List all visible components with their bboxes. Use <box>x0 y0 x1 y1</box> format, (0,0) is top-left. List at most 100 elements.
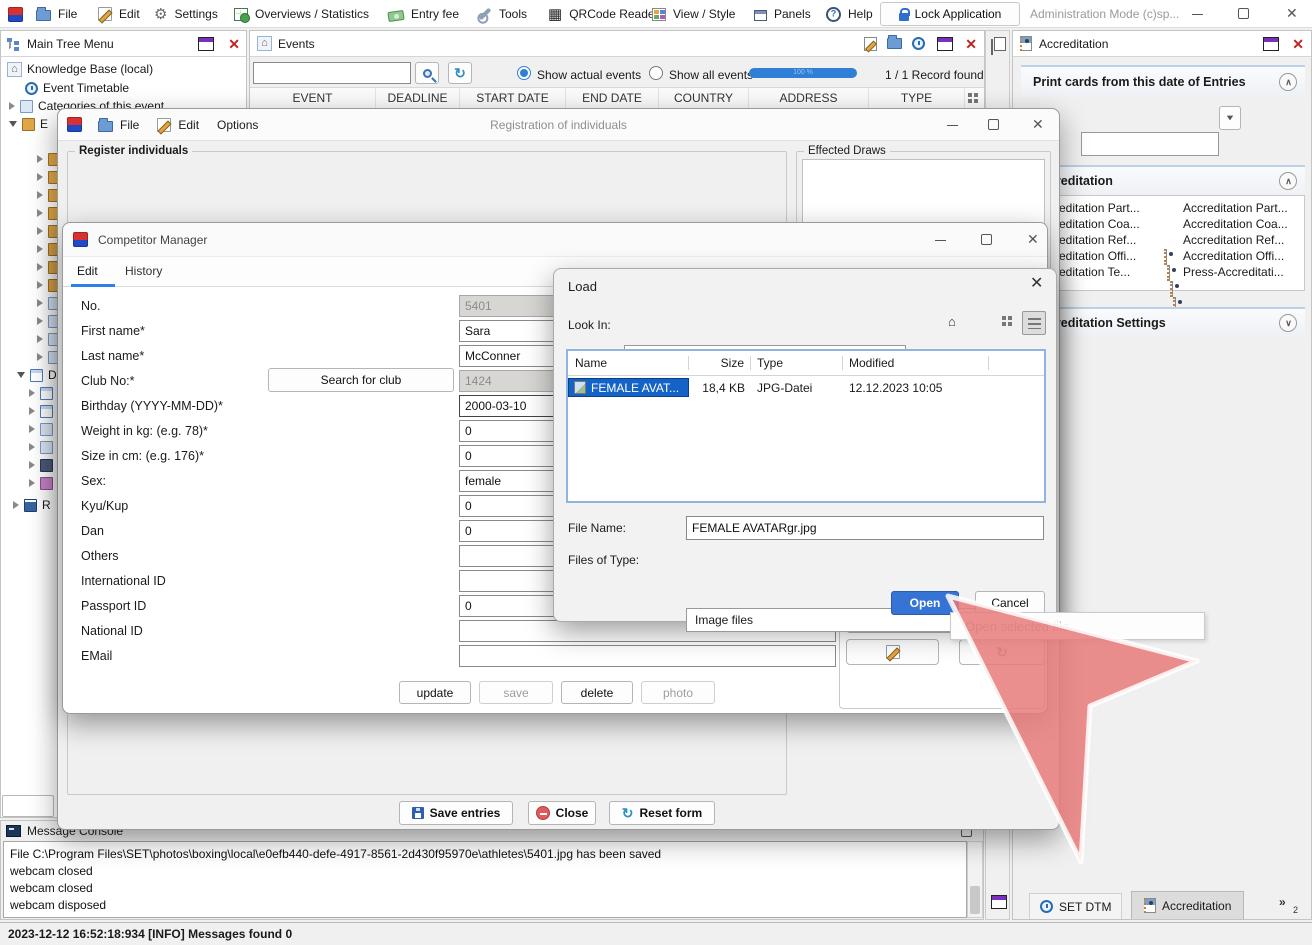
accreditation-maximize-icon[interactable] <box>1263 37 1279 51</box>
open-button[interactable]: Open <box>891 591 959 615</box>
file-column-name[interactable]: Name <box>568 356 689 370</box>
lock-application-button[interactable]: Lock Application <box>880 2 1020 26</box>
close-icon[interactable]: ✕ <box>1032 117 1044 131</box>
tree-item[interactable] <box>29 385 53 401</box>
collapse-arrow-icon[interactable] <box>9 121 17 127</box>
tree-maximize-icon[interactable] <box>198 37 214 51</box>
tree-item[interactable] <box>29 403 53 419</box>
events-close-icon[interactable]: ✕ <box>965 37 977 51</box>
file-column-size[interactable]: Size <box>689 356 751 370</box>
events-refresh-button[interactable]: ↻ <box>448 62 472 84</box>
tab-overflow-chevron[interactable]: » <box>1279 895 1286 909</box>
maximize-icon[interactable] <box>988 119 999 130</box>
tree-close-icon[interactable]: ✕ <box>228 37 240 51</box>
file-row-selected-name[interactable]: FEMALE AVAT... <box>568 378 689 397</box>
radio-show-all-events[interactable] <box>649 66 663 80</box>
column-header-type[interactable]: TYPE <box>869 88 965 108</box>
expand-arrow-icon[interactable] <box>13 501 19 509</box>
save-entries-button[interactable]: Save entries <box>399 801 513 825</box>
column-header-address[interactable]: ADDRESS <box>749 88 869 108</box>
tree-item[interactable] <box>29 475 53 491</box>
dock-tab-set-dtm[interactable]: SET DTM <box>1029 893 1122 919</box>
registration-titlebar[interactable]: File Edit Options Registration of indivi… <box>58 109 1059 141</box>
accreditation-item[interactable]: Accreditation Part... <box>1183 201 1288 215</box>
collapse-chevron-icon[interactable]: ∧ <box>1279 73 1297 91</box>
accreditation-item[interactable]: Accreditation Ref... <box>1183 233 1284 247</box>
maximize-icon[interactable] <box>1238 8 1249 19</box>
tab-history[interactable]: History <box>125 264 162 278</box>
console-scrollbar[interactable] <box>967 841 983 918</box>
accreditation-item[interactable]: Accreditation Coa... <box>1183 217 1288 231</box>
minimize-icon[interactable] <box>1192 14 1203 15</box>
column-header-event[interactable]: EVENT <box>250 88 376 108</box>
tree-item[interactable] <box>29 421 53 437</box>
section-accreditation-settings[interactable]: Accreditation Settings ∨ <box>1021 307 1305 337</box>
expand-arrow-icon[interactable] <box>9 102 15 110</box>
save-button[interactable]: save <box>479 681 553 704</box>
tree-item-knowledge-base[interactable]: ⌂ Knowledge Base (local) <box>7 61 153 77</box>
file-row[interactable]: FEMALE AVAT... 18,4 KB JPG-Datei 12.12.2… <box>568 378 1044 397</box>
collapse-arrow-icon[interactable] <box>17 372 25 378</box>
minimize-icon[interactable] <box>947 125 958 126</box>
close-button[interactable]: Close <box>528 801 596 825</box>
section-print-cards[interactable]: Print cards from this date of Entries ∧ <box>1021 65 1305 97</box>
expand-chevron-icon[interactable]: ∨ <box>1279 314 1297 332</box>
menu-help[interactable]: Help <box>826 0 873 28</box>
update-button[interactable]: update <box>399 681 471 704</box>
refresh-photo-button[interactable]: ↻ <box>959 639 1045 665</box>
close-icon[interactable]: ✕ <box>1027 232 1039 246</box>
menu-tools[interactable]: Tools <box>478 0 527 28</box>
menu-entry-fee[interactable]: Entry fee <box>388 0 459 28</box>
menu-view-style[interactable]: View / Style <box>652 0 735 28</box>
minimize-icon[interactable] <box>935 240 946 241</box>
file-name-input[interactable] <box>686 516 1044 540</box>
home-icon[interactable]: ⌂ <box>948 315 956 329</box>
menu-panels[interactable]: Panels <box>754 0 811 28</box>
list-view-icon[interactable] <box>1022 311 1046 335</box>
edit-photo-button[interactable] <box>846 639 939 665</box>
radio-show-actual-events[interactable] <box>517 66 531 80</box>
tree-item-event[interactable]: E <box>9 116 48 132</box>
tree-item[interactable] <box>29 457 53 473</box>
close-icon[interactable]: ✕ <box>1030 277 1043 291</box>
field-input-email[interactable] <box>459 645 836 667</box>
file-column-type[interactable]: Type <box>751 356 843 370</box>
menu-file[interactable]: File <box>36 0 77 28</box>
column-header-start-date[interactable]: START DATE <box>460 88 566 108</box>
section-accreditation[interactable]: Accreditation ∧ <box>1021 165 1305 195</box>
clock-icon[interactable] <box>912 37 925 50</box>
competitor-titlebar[interactable]: Competitor Manager ✕ <box>63 223 1047 257</box>
events-maximize-icon[interactable] <box>937 37 953 51</box>
tree-item-d[interactable]: D <box>17 367 57 383</box>
tab-edit[interactable]: Edit <box>77 264 98 278</box>
photo-button[interactable]: photo <box>641 681 715 704</box>
scrollbar-thumb[interactable] <box>970 886 980 914</box>
dock-tab-accreditation[interactable]: Accreditation <box>1131 891 1244 919</box>
tree-item-r[interactable]: R <box>13 497 51 513</box>
events-search-button[interactable] <box>415 62 439 84</box>
maximize-icon[interactable] <box>981 234 992 245</box>
events-search-input[interactable] <box>253 62 411 84</box>
entry-date-combobox[interactable] <box>1081 132 1219 156</box>
search-for-club-button[interactable]: Search for club <box>268 368 454 392</box>
tree-item-event-timetable[interactable]: Event Timetable <box>25 80 129 96</box>
accreditation-item[interactable]: Press-Accreditati... <box>1183 265 1284 279</box>
menu-settings[interactable]: ⚙Settings <box>154 0 218 28</box>
copy-pages-icon[interactable] <box>991 39 993 55</box>
delete-button[interactable]: delete <box>561 681 633 704</box>
tree-item[interactable] <box>29 439 53 455</box>
edit-note-icon[interactable] <box>864 37 877 51</box>
close-icon[interactable]: ✕ <box>1286 6 1298 20</box>
folder-icon[interactable] <box>887 38 902 49</box>
load-titlebar[interactable]: Load ✕ <box>554 269 1056 303</box>
accreditation-close-icon[interactable]: ✕ <box>1292 37 1304 51</box>
reset-form-button[interactable]: ↻Reset form <box>609 801 715 825</box>
tree-scroll-box[interactable] <box>2 795 54 817</box>
column-header-end-date[interactable]: END DATE <box>566 88 659 108</box>
menu-overviews[interactable]: Overviews / Statistics <box>234 0 369 28</box>
collapse-chevron-icon[interactable]: ∧ <box>1279 172 1297 190</box>
restore-panel-icon[interactable] <box>991 895 1007 909</box>
menu-qrcode[interactable]: ▦QRCode Reader <box>548 0 659 28</box>
column-header-deadline[interactable]: DEADLINE <box>376 88 460 108</box>
accreditation-item[interactable]: Accreditation Offi... <box>1183 249 1284 263</box>
